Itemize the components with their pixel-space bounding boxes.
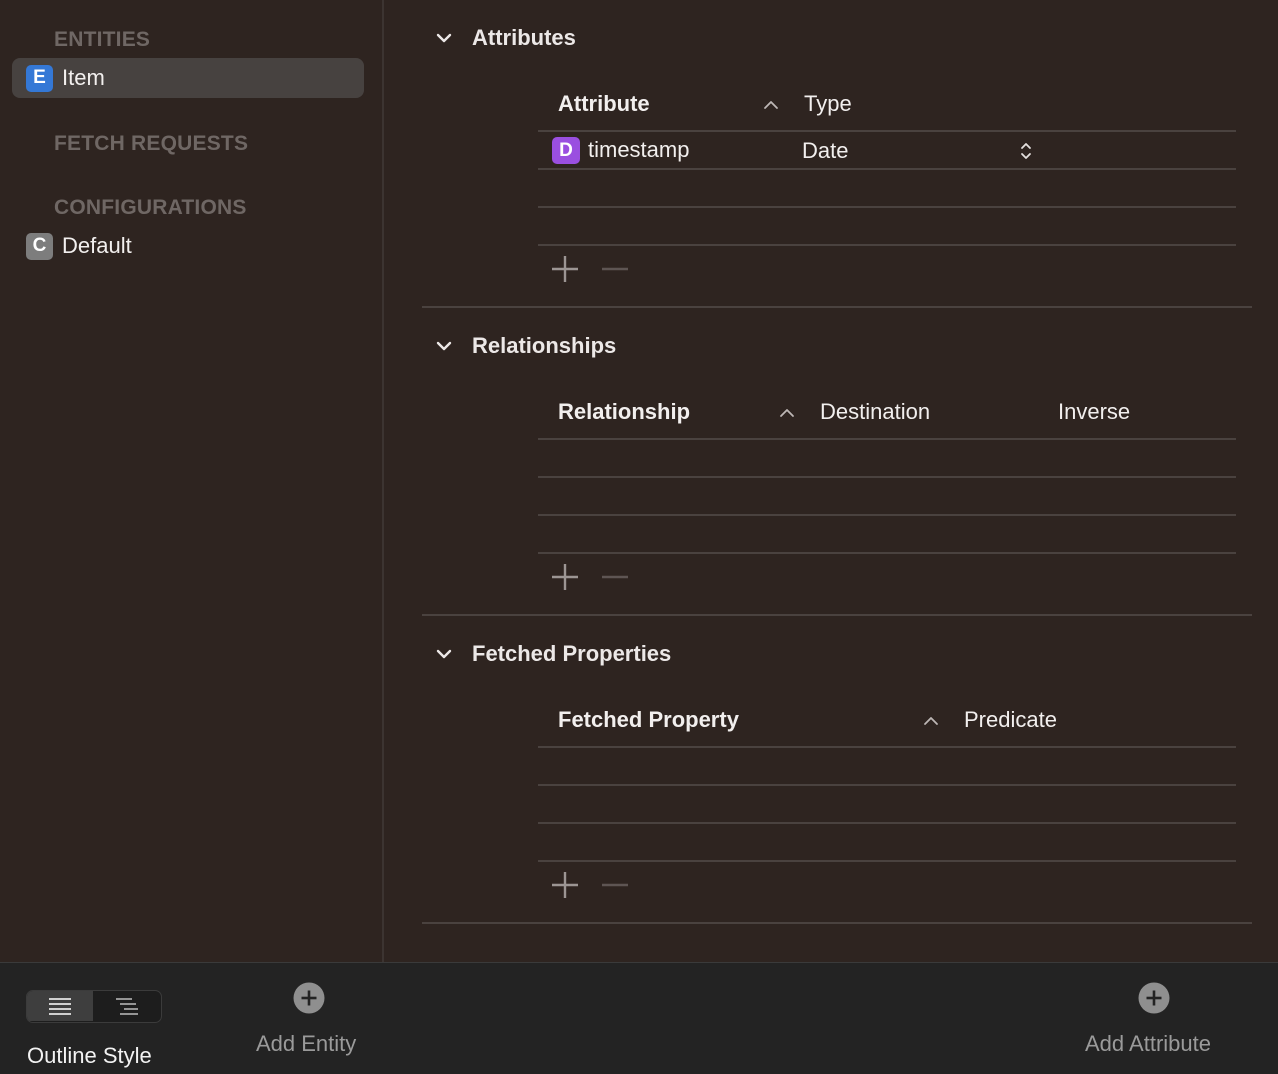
attribute-type[interactable]: Date: [802, 138, 848, 164]
row-divider: [538, 860, 1236, 862]
outline-style-segmented-control[interactable]: [26, 990, 162, 1023]
sidebar-item-item[interactable]: E Item: [12, 58, 364, 98]
row-divider: [538, 746, 1236, 748]
row-divider: [538, 244, 1236, 246]
list-lines-icon: [49, 998, 71, 1015]
row-divider: [538, 822, 1236, 824]
chevron-down-icon[interactable]: [434, 336, 454, 356]
chevron-down-icon[interactable]: [434, 644, 454, 664]
entity-badge-icon: E: [26, 64, 53, 92]
row-divider: [538, 438, 1236, 440]
sidebar-item-label: Item: [62, 65, 105, 90]
add-attribute-button[interactable]: Add Attribute: [1085, 1031, 1211, 1057]
add-entity-plus-circle-icon[interactable]: [293, 982, 325, 1014]
column-header-inverse[interactable]: Inverse: [1058, 399, 1130, 425]
section-divider: [422, 306, 1252, 308]
column-header-type[interactable]: Type: [804, 91, 852, 117]
configuration-badge-icon: C: [26, 232, 53, 260]
column-header-destination[interactable]: Destination: [820, 399, 930, 425]
column-header-fetched-property[interactable]: Fetched Property: [558, 707, 739, 733]
column-header-relationship[interactable]: Relationship: [558, 399, 690, 425]
sort-ascending-icon: [924, 717, 938, 725]
entities-header: ENTITIES: [54, 28, 151, 51]
fetched-properties-section-title: Fetched Properties: [472, 641, 672, 666]
row-divider: [538, 168, 1236, 170]
column-header-attribute[interactable]: Attribute: [558, 91, 650, 117]
add-attribute-plus-circle-icon[interactable]: [1138, 982, 1170, 1014]
row-divider: [538, 130, 1236, 132]
column-header-predicate[interactable]: Predicate: [964, 707, 1057, 733]
outline-style-label: Outline Style: [27, 1043, 152, 1068]
row-divider: [538, 552, 1236, 554]
row-divider: [538, 514, 1236, 516]
section-divider: [422, 614, 1252, 616]
sidebar-item-default[interactable]: C Default: [12, 226, 364, 266]
row-divider: [538, 784, 1236, 786]
sidebar-item-label: Default: [62, 233, 132, 258]
add-entity-button[interactable]: Add Entity: [256, 1031, 356, 1057]
section-divider: [422, 922, 1252, 924]
add-relationship-plus-icon[interactable]: [550, 562, 580, 592]
attribute-name[interactable]: timestamp: [588, 137, 689, 163]
chevron-down-icon[interactable]: [434, 28, 454, 48]
sidebar: ENTITIES E Item FETCH REQUESTS CONFIGURA…: [0, 0, 384, 962]
add-attribute-plus-icon[interactable]: [550, 254, 580, 284]
bottom-toolbar: Outline Style Add Entity Add Attribute: [0, 962, 1278, 1074]
popup-stepper-icon[interactable]: [1019, 141, 1033, 161]
main-content: Attributes Attribute Type D timestamp Da…: [386, 0, 1278, 962]
remove-attribute-minus-icon[interactable]: [600, 254, 630, 284]
add-fetched-property-plus-icon[interactable]: [550, 870, 580, 900]
configurations-header: CONFIGURATIONS: [54, 196, 247, 219]
outline-style-graph-button[interactable]: [94, 991, 160, 1021]
relationships-section-title: Relationships: [472, 333, 617, 358]
sort-ascending-icon: [780, 409, 794, 417]
remove-relationship-minus-icon[interactable]: [600, 562, 630, 592]
outline-style-table-button[interactable]: [27, 991, 93, 1021]
attributes-section-title: Attributes: [472, 25, 576, 50]
fetch-requests-header: FETCH REQUESTS: [54, 132, 249, 155]
remove-fetched-property-minus-icon[interactable]: [600, 870, 630, 900]
row-divider: [538, 476, 1236, 478]
hierarchy-lines-icon: [116, 998, 138, 1015]
sort-ascending-icon: [764, 101, 778, 109]
row-divider: [538, 206, 1236, 208]
date-badge-icon: D: [552, 137, 580, 164]
